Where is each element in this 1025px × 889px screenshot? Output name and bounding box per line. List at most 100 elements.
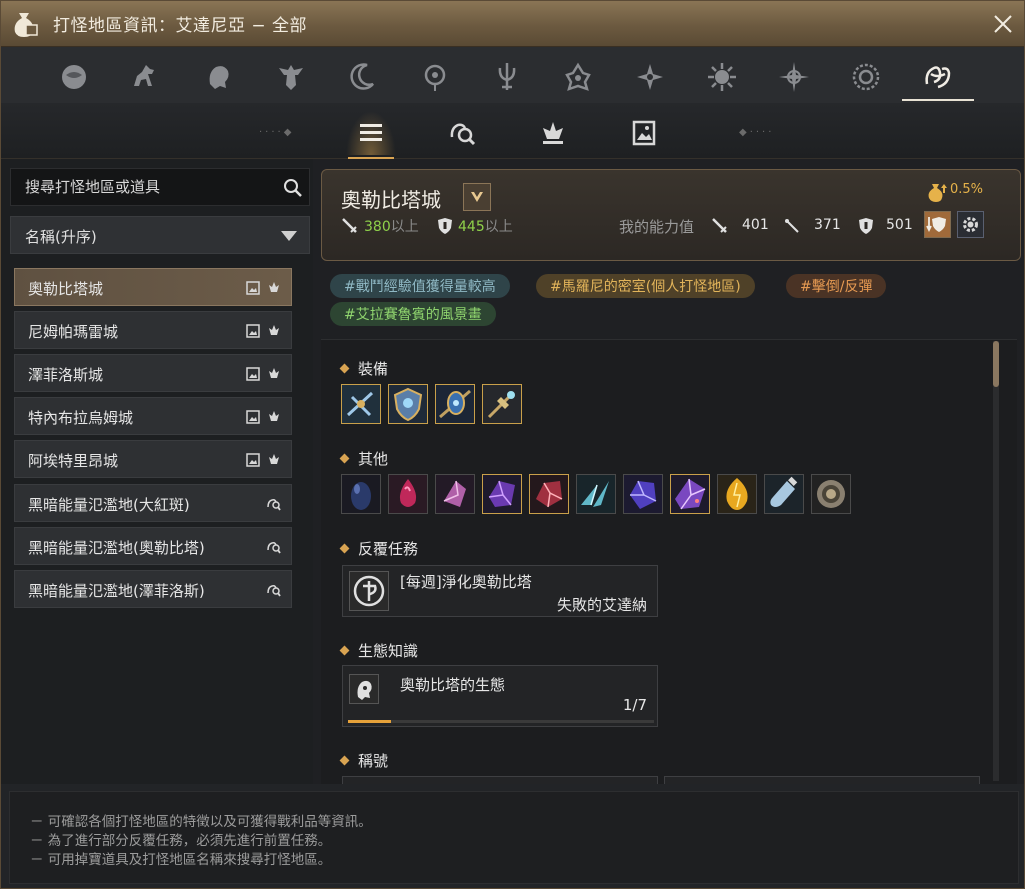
search-input[interactable] (11, 169, 271, 205)
region-tab-6[interactable] (399, 55, 471, 99)
section-title-text: 生態知識 (358, 642, 419, 660)
dungeon-detail-panel: 奧勒比塔城 380以上 445以上 0.5% 我的能力值 401 371 501 (313, 159, 1024, 784)
sort-label: 名稱(升序) (25, 228, 97, 246)
other-item[interactable] (811, 474, 851, 514)
dark-egg-item-icon (342, 475, 380, 513)
close-icon[interactable] (989, 10, 1017, 38)
region-tab-8[interactable] (542, 55, 614, 99)
list-item[interactable]: 黑暗能量氾濫地(奧勒比塔) (14, 527, 292, 565)
list-item[interactable]: 特內布拉烏姆城 (14, 397, 292, 435)
other-item[interactable] (670, 474, 710, 514)
ecology-progress-fill (348, 720, 391, 723)
footer-line: － 可確認各個打怪地區的特徵以及可獲得戰利品等資訊。 (30, 814, 372, 830)
defense-req-value: 445 (458, 219, 485, 235)
purple-crystal-item-icon (483, 475, 521, 513)
repeat-quest-section-title: 反覆任務 (339, 538, 419, 559)
region-tab-7[interactable] (471, 55, 543, 99)
list-item[interactable]: 阿埃特里昂城 (14, 440, 292, 478)
defense-req-suffix: 以上 (484, 219, 513, 235)
dungeon-detail-content: 裝備 其他 反覆任務 [每週]淨化奧勒比塔 失敗的艾達納 生態知識 奧勒比塔的生… (321, 339, 1017, 784)
gold-egg-item-icon (718, 475, 756, 513)
quest-icon (349, 571, 389, 611)
painting-icon (632, 120, 656, 146)
list-item[interactable]: 黑暗能量氾濫地(大紅斑) (14, 484, 292, 522)
monster-head-icon (357, 680, 372, 700)
region-tab-10[interactable] (686, 55, 758, 99)
title-card[interactable] (664, 776, 980, 784)
other-item[interactable] (717, 474, 757, 514)
dungeon-crown-icon (543, 122, 563, 144)
dungeon-info-window: 打怪地區資訊：艾達尼亞 − 全部 ····◆ ◆···· 搜尋打怪地區或道具 名… (0, 0, 1025, 889)
region-tab-5[interactable] (327, 55, 399, 99)
list-icon (360, 124, 382, 141)
tab-dungeon[interactable] (528, 111, 578, 155)
list-item-name: 阿埃特里昂城 (28, 452, 119, 470)
my-attack-value: 401 (742, 217, 769, 233)
equipment-item[interactable] (482, 384, 522, 424)
other-item[interactable] (576, 474, 616, 514)
monster-search-icon (450, 123, 476, 146)
region-tab-3[interactable] (183, 55, 255, 99)
title-card[interactable] (342, 776, 658, 784)
list-item[interactable]: 奧勒比塔城 (14, 268, 292, 306)
dungeon-crown-icon (269, 411, 279, 421)
other-item[interactable] (764, 474, 804, 514)
other-item[interactable] (388, 474, 428, 514)
other-item[interactable] (341, 474, 381, 514)
equipment-item[interactable] (341, 384, 381, 424)
settings-button[interactable] (957, 211, 984, 238)
list-item[interactable]: 澤菲洛斯城 (14, 354, 292, 392)
other-section-title: 其他 (339, 448, 388, 469)
scrollbar-thumb[interactable] (993, 341, 999, 387)
region-tab-11[interactable] (758, 55, 830, 99)
ornament-item-icon (436, 385, 474, 423)
equipment-item[interactable] (388, 384, 428, 424)
painting-icon (246, 453, 260, 467)
repeat-quest-card[interactable]: [每週]淨化奧勒比塔 失敗的艾達納 (342, 565, 658, 617)
defense-down-button[interactable] (924, 211, 951, 238)
crescent-emblem-icon (350, 63, 374, 90)
shield-down-icon (926, 217, 946, 233)
ecology-card[interactable]: 奧勒比塔的生態 1/7 (342, 665, 658, 727)
divider-dots: ····◆ (259, 127, 295, 138)
other-item[interactable] (529, 474, 569, 514)
sort-dropdown[interactable]: 名稱(升序) (10, 216, 310, 254)
equipment-item[interactable] (435, 384, 475, 424)
footer-line: － 為了進行部分反覆任務，必須先進行前置任務。 (30, 833, 332, 849)
list-item[interactable]: 尼姆帕瑪雷城 (14, 311, 292, 349)
dungeon-list-panel: 名稱(升序) 奧勒比塔城 尼姆帕瑪雷城 澤菲洛斯城 特內布拉烏姆城 阿埃特里昂城 (1, 159, 313, 784)
other-item[interactable] (435, 474, 475, 514)
red-crystal-item-icon (530, 475, 568, 513)
region-tab-9[interactable] (614, 55, 686, 99)
tag-landscape-painting: #艾拉賽魯賓的風景畫 (330, 302, 496, 326)
ecology-progress-text: 1/7 (622, 696, 647, 714)
orb-emblem-icon (62, 65, 86, 89)
teal-shard-item-icon (577, 475, 615, 513)
shield-icon (438, 218, 452, 234)
region-tab-4[interactable] (255, 55, 327, 99)
other-item[interactable] (623, 474, 663, 514)
painting-icon (246, 367, 260, 381)
region-tab-12[interactable] (830, 55, 902, 99)
all-regions-emblem-icon (925, 66, 951, 89)
monster-search-icon (267, 542, 281, 554)
search-icon[interactable] (283, 178, 303, 198)
dungeon-dropdown-button[interactable] (463, 183, 491, 211)
shield-icon (859, 218, 873, 234)
list-item[interactable]: 黑暗能量氾濫地(澤菲洛斯) (14, 570, 292, 608)
tab-list[interactable] (346, 111, 396, 159)
list-item-name: 黑暗能量氾濫地(大紅斑) (28, 496, 190, 514)
region-tab-all[interactable] (902, 55, 974, 101)
sword-icon (342, 218, 357, 233)
ring-emblem-icon (852, 63, 880, 91)
region-tab-2[interactable] (109, 55, 181, 99)
other-item[interactable] (482, 474, 522, 514)
detail-scrollbar[interactable] (993, 341, 999, 781)
region-tab-1[interactable] (38, 55, 110, 99)
dungeon-crown-icon (269, 454, 279, 464)
section-title-text: 反覆任務 (358, 540, 419, 558)
tab-monster-search[interactable] (437, 111, 487, 155)
tab-painting[interactable] (619, 111, 669, 155)
monster-search-icon (267, 499, 281, 511)
quest-npc: 失敗的艾達納 (556, 596, 647, 614)
